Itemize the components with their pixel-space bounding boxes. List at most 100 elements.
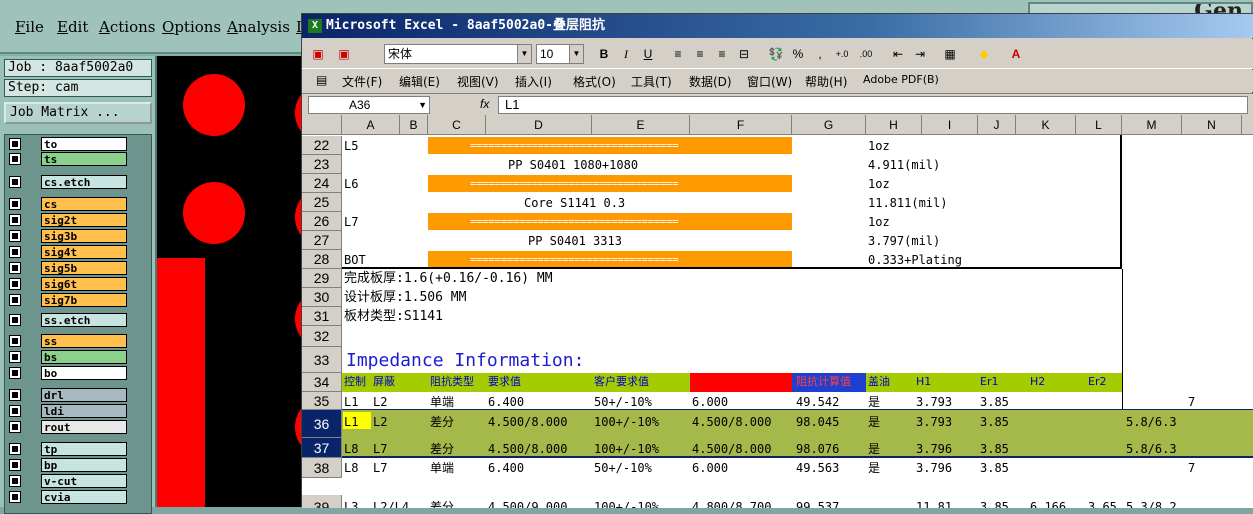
column-header-D[interactable]: D: [486, 115, 592, 135]
layer-checkbox[interactable]: [9, 443, 21, 455]
menu-insert-cn[interactable]: 插入(I): [515, 73, 552, 90]
layer-checkbox[interactable]: [9, 278, 21, 290]
job-matrix-button[interactable]: Job Matrix ...: [4, 102, 152, 124]
imp-row-35-h[interactable]: 是: [868, 394, 880, 410]
imp-row-36-b[interactable]: L2: [373, 414, 387, 430]
menu-adobe-pdf[interactable]: Adobe PDF(B): [863, 73, 939, 86]
imp-header-d[interactable]: 要求值: [488, 374, 521, 390]
menu-actions[interactable]: Actions: [99, 18, 155, 36]
layer-checkbox[interactable]: [9, 246, 21, 258]
column-header-L[interactable]: L: [1076, 115, 1122, 135]
row-header-23[interactable]: 23: [302, 155, 342, 174]
layer-row-ss[interactable]: ss: [9, 334, 127, 348]
layer-row-ldi[interactable]: ldi: [9, 404, 127, 418]
align-left-icon[interactable]: ≡: [668, 44, 688, 64]
layer-row-sig4t[interactable]: sig4t: [9, 245, 127, 259]
imp-header-f[interactable]: 设计值: [692, 374, 725, 390]
imp-header-c[interactable]: 阻抗类型: [430, 374, 474, 390]
layer-row-to[interactable]: to: [9, 137, 127, 151]
layer-checkbox[interactable]: [9, 262, 21, 274]
imp-header-k[interactable]: H2: [1030, 374, 1045, 390]
imp-row-37-m[interactable]: 5.8/6.3: [1126, 441, 1177, 457]
imp-row-37-c[interactable]: 差分: [430, 441, 454, 457]
row-header-37[interactable]: 37: [302, 438, 342, 458]
imp-header-g[interactable]: 阻抗计算值: [796, 374, 851, 390]
row-header-25[interactable]: 25: [302, 193, 342, 212]
imp-row-37-f[interactable]: 4.500/8.000: [692, 441, 771, 457]
note-material[interactable]: 板材类型:S1141: [344, 309, 443, 325]
note-finish-thickness[interactable]: 完成板厚:1.6(+0.16/-0.16) MM: [344, 271, 553, 287]
layer-checkbox[interactable]: [9, 294, 21, 306]
menu-options[interactable]: Options: [162, 18, 221, 36]
imp-header-j[interactable]: Er1: [980, 374, 998, 390]
menu-analysis[interactable]: Analysis: [227, 18, 290, 36]
bold-button[interactable]: B: [594, 44, 614, 64]
fx-icon[interactable]: fx: [480, 97, 489, 111]
imp-row-38-d[interactable]: 6.400: [488, 460, 524, 476]
layer-checkbox[interactable]: [9, 314, 21, 326]
imp-row-38-g[interactable]: 49.563: [796, 460, 839, 476]
imp-row-36-i[interactable]: 3.793: [916, 414, 952, 430]
layer-checkbox[interactable]: [9, 405, 21, 417]
column-header-K[interactable]: K: [1016, 115, 1076, 135]
row-header-22[interactable]: 22: [302, 136, 342, 155]
layer-checkbox[interactable]: [9, 421, 21, 433]
column-header-E[interactable]: E: [592, 115, 690, 135]
font-color-icon[interactable]: A: [1006, 44, 1026, 64]
imp-header-b[interactable]: 屏蔽: [373, 374, 395, 390]
layer-checkbox[interactable]: [9, 389, 21, 401]
imp-row-36-m[interactable]: 5.8/6.3: [1126, 414, 1177, 430]
column-header-J[interactable]: J: [978, 115, 1016, 135]
italic-button[interactable]: I: [616, 44, 636, 64]
layer-checkbox[interactable]: [9, 153, 21, 165]
pdf-icon[interactable]: ▣: [308, 44, 328, 64]
layer-row-sig6t[interactable]: sig6t: [9, 277, 127, 291]
imp-row-37-i[interactable]: 3.796: [916, 441, 952, 457]
row-header-30[interactable]: 30: [302, 288, 342, 307]
borders-icon[interactable]: ▦: [940, 44, 960, 64]
column-header-B[interactable]: B: [400, 115, 428, 135]
imp-row-35-e[interactable]: 50+/-10%: [594, 394, 652, 410]
imp-row-35-j[interactable]: 3.85: [980, 394, 1009, 410]
imp-row-35-n[interactable]: 7: [1188, 394, 1195, 410]
row-header-24[interactable]: 24: [302, 174, 342, 193]
row-header-35[interactable]: 35: [302, 392, 342, 410]
imp-row-36-j[interactable]: 3.85: [980, 414, 1009, 430]
column-header-F[interactable]: F: [690, 115, 792, 135]
menu-window-cn[interactable]: 窗口(W): [747, 73, 792, 90]
imp-row-37-g[interactable]: 98.076: [796, 441, 839, 457]
row-header-28[interactable]: 28: [302, 250, 342, 269]
row-header-29[interactable]: 29: [302, 269, 342, 288]
layer-row-cvia[interactable]: cvia: [9, 490, 127, 504]
imp-row-36-h[interactable]: 是: [868, 414, 880, 430]
imp-row-35-i[interactable]: 3.793: [916, 394, 952, 410]
row-header-36[interactable]: 36: [302, 410, 342, 438]
column-header-N[interactable]: N: [1182, 115, 1242, 135]
layer-row-bp[interactable]: bp: [9, 458, 127, 472]
row-header-31[interactable]: 31: [302, 307, 342, 326]
imp-row-35-b[interactable]: L2: [373, 394, 387, 410]
layer-checkbox[interactable]: [9, 491, 21, 503]
column-header-M[interactable]: M: [1122, 115, 1182, 135]
row-header-39[interactable]: 39: [302, 495, 342, 508]
align-center-icon[interactable]: ≡: [690, 44, 710, 64]
layer-checkbox[interactable]: [9, 214, 21, 226]
currency-icon[interactable]: 💱: [766, 44, 786, 64]
layer-checkbox[interactable]: [9, 138, 21, 150]
name-box[interactable]: A36 ▼: [308, 96, 430, 114]
imp-row-38-h[interactable]: 是: [868, 460, 880, 476]
imp-row-37-b[interactable]: L7: [373, 441, 387, 457]
column-header-G[interactable]: G: [792, 115, 866, 135]
decrease-decimal-icon[interactable]: .00: [856, 44, 876, 64]
layer-row-sig3b[interactable]: sig3b: [9, 229, 127, 243]
layer-checkbox[interactable]: [9, 367, 21, 379]
layer-row-ss.etch[interactable]: ss.etch: [9, 313, 127, 327]
formula-input[interactable]: L1: [498, 96, 1248, 114]
spreadsheet-grid[interactable]: ABCDEFGHIJKLMN 22 23 24 25 26 27 28 29 30 31 32 33 3…: [302, 115, 1253, 508]
column-header-I[interactable]: I: [922, 115, 978, 135]
menu-tools-cn[interactable]: 工具(T): [631, 73, 672, 90]
imp-row-36-a[interactable]: L1: [344, 414, 358, 430]
imp-row-38-n[interactable]: 7: [1188, 460, 1195, 476]
imp-header-i[interactable]: H1: [916, 374, 931, 390]
imp-header-e[interactable]: 客户要求值: [594, 374, 649, 390]
